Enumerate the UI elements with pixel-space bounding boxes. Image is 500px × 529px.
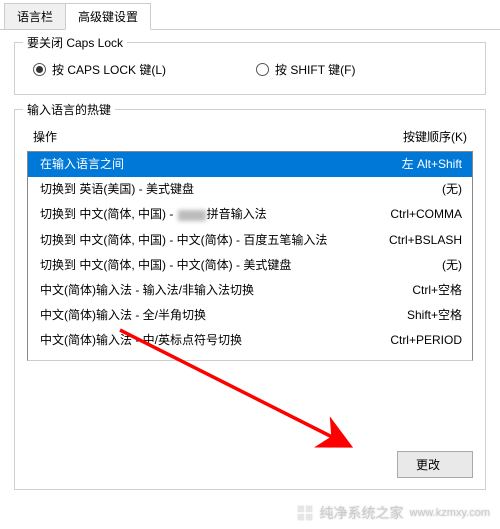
tab-language-bar[interactable]: 语言栏 [4,3,66,29]
hotkey-group: 输入语言的热键 操作 按键顺序(K) 在输入语言之间左 Alt+Shift切换到… [14,109,486,490]
row-action: 中文(简体)输入法 - 输入法/非输入法切换 [40,281,404,300]
col-keys: 按键顺序(K) [403,128,467,145]
watermark-url: www.kzmxy.com [410,507,490,519]
row-keys: Ctrl+BSLASH [381,231,462,250]
row-keys: (无) [434,256,462,275]
row-action: 切换到 中文(简体, 中国) - 拼音输入法 [40,205,382,224]
row-action: 切换到 中文(简体, 中国) - 中文(简体) - 百度五笔输入法 [40,231,381,250]
row-keys: (无) [434,180,462,199]
table-row[interactable]: 切换到 中文(简体, 中国) - 中文(简体) - 美式键盘(无) [28,253,472,278]
capslock-group: 要关闭 Caps Lock 按 CAPS LOCK 键(L) 按 SHIFT 键… [14,42,486,95]
radio-capslock[interactable]: 按 CAPS LOCK 键(L) [33,61,166,78]
row-action: 中文(简体)输入法 - 中/英标点符号切换 [40,331,382,350]
row-action: 切换到 英语(美国) - 美式键盘 [40,180,434,199]
table-row[interactable]: 切换到 中文(简体, 中国) - 拼音输入法Ctrl+COMMA [28,202,472,227]
row-action: 在输入语言之间 [40,155,394,174]
capslock-legend: 要关闭 Caps Lock [23,34,127,51]
hotkey-header: 操作 按键顺序(K) [27,124,473,151]
tab-bar: 语言栏 高级键设置 [0,0,500,30]
tab-content: 要关闭 Caps Lock 按 CAPS LOCK 键(L) 按 SHIFT 键… [0,30,500,516]
tab-advanced-keys[interactable]: 高级键设置 [65,3,151,30]
table-row[interactable]: 中文(简体)输入法 - 中/英标点符号切换Ctrl+PERIOD [28,328,472,353]
row-keys: Ctrl+PERIOD [382,331,462,350]
table-row[interactable]: 中文(简体)输入法 - 输入法/非输入法切换Ctrl+空格 [28,278,472,303]
table-row[interactable]: 切换到 中文(简体, 中国) - 中文(简体) - 百度五笔输入法Ctrl+BS… [28,228,472,253]
row-action: 中文(简体)输入法 - 全/半角切换 [40,306,399,325]
radio-icon [256,63,269,76]
watermark: 纯净系统之家 www.kzmxy.com [296,503,490,523]
change-sequence-button[interactable]: 更改 [397,451,473,478]
col-action: 操作 [33,128,57,145]
hotkey-legend: 输入语言的热键 [23,101,115,118]
row-keys: Ctrl+空格 [404,281,462,300]
row-action: 切换到 中文(简体, 中国) - 中文(简体) - 美式键盘 [40,256,434,275]
watermark-text: 纯净系统之家 [320,503,404,523]
radio-capslock-label: 按 CAPS LOCK 键(L) [52,61,166,78]
table-row[interactable]: 在输入语言之间左 Alt+Shift [28,152,472,177]
radio-row: 按 CAPS LOCK 键(L) 按 SHIFT 键(F) [27,57,473,82]
button-row: 更改 [27,361,473,481]
radio-shift-label: 按 SHIFT 键(F) [275,61,355,78]
table-row[interactable]: 中文(简体)输入法 - 全/半角切换Shift+空格 [28,303,472,328]
windows-logo-icon [296,504,314,522]
hotkey-list[interactable]: 在输入语言之间左 Alt+Shift切换到 英语(美国) - 美式键盘(无)切换… [27,151,473,361]
radio-icon [33,63,46,76]
row-keys: Shift+空格 [399,306,462,325]
radio-shift[interactable]: 按 SHIFT 键(F) [256,61,355,78]
table-row[interactable]: 切换到 英语(美国) - 美式键盘(无) [28,177,472,202]
row-keys: 左 Alt+Shift [394,155,462,174]
redacted-text [178,210,206,221]
row-keys: Ctrl+COMMA [382,205,462,224]
